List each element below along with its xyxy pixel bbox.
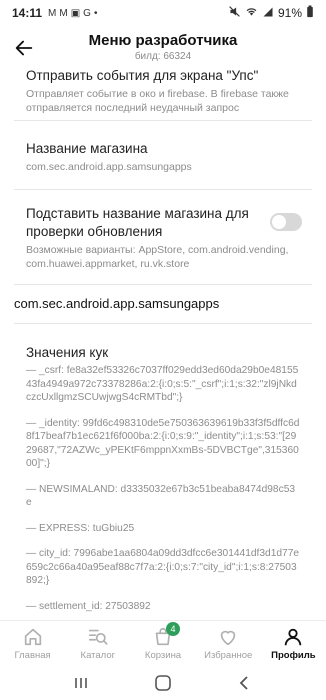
cookie-value: — NEWSIMALAND: d3335032e67b3c51beaba8474… bbox=[26, 483, 296, 509]
heart-icon bbox=[220, 630, 236, 645]
google-icon: G bbox=[83, 7, 91, 19]
store-override-item[interactable]: Подставить название магазина для проверк… bbox=[0, 205, 326, 271]
home-square-icon bbox=[155, 674, 171, 691]
nav-label: Корзина bbox=[144, 649, 182, 661]
nav-item-home[interactable]: Главная bbox=[0, 621, 65, 665]
divider bbox=[14, 120, 312, 121]
nav-label: Каталог bbox=[80, 649, 116, 661]
divider bbox=[14, 189, 312, 190]
mute-icon bbox=[228, 5, 241, 21]
m-mail-icon: M bbox=[48, 7, 57, 19]
store-override-toggle[interactable] bbox=[270, 213, 302, 231]
system-back-button[interactable] bbox=[225, 669, 265, 697]
m-mail-icon: M bbox=[59, 7, 68, 19]
status-time: 14:11 bbox=[12, 6, 43, 20]
cookie-value: — settlement_id: 27503892 bbox=[26, 600, 151, 612]
store-name-item: Название магазина com.sec.android.app.sa… bbox=[0, 140, 326, 174]
cookie-value: — city_id: 7996abe1aa6804a09dd3dfcc6e301… bbox=[26, 548, 300, 586]
profile-icon bbox=[285, 628, 302, 645]
build-number: билд: 66324 bbox=[134, 51, 192, 62]
cart-count-badge: 4 bbox=[166, 622, 180, 636]
wifi-icon bbox=[245, 5, 258, 21]
battery-icon bbox=[306, 5, 314, 21]
send-error-events-title: Отправить события для экрана "Упс" bbox=[26, 70, 259, 83]
battery-text: 91% bbox=[277, 6, 302, 20]
signal-icon bbox=[262, 6, 274, 21]
nav-item-catalog[interactable]: Каталог bbox=[65, 621, 130, 665]
recent-apps-icon bbox=[75, 677, 87, 688]
cookie-value: — _identity: 99fd6c498310de5e75036363961… bbox=[26, 417, 300, 470]
cookies-item: Значения кук — _csrf: fe8a32ef53326c7037… bbox=[0, 344, 326, 613]
nav-label: Избранное bbox=[204, 649, 253, 661]
status-bar: 14:11 M M ▣ G • 91% bbox=[0, 0, 326, 26]
nav-label: Профиль bbox=[271, 649, 316, 661]
toggle-knob bbox=[272, 215, 286, 229]
system-nav-bar bbox=[0, 665, 326, 700]
store-name-value: com.sec.android.app.samsungapps bbox=[26, 161, 192, 173]
status-right: 91% bbox=[228, 5, 314, 21]
store-override-title: Подставить название магазина для проверк… bbox=[26, 206, 249, 239]
recent-apps-button[interactable] bbox=[61, 669, 101, 697]
store-name-title: Название магазина bbox=[26, 141, 148, 156]
catalog-search-icon bbox=[88, 629, 108, 645]
divider bbox=[14, 284, 312, 285]
notification-icons: M M ▣ G • bbox=[48, 8, 97, 19]
home-icon bbox=[24, 628, 41, 645]
cookie-value: — EXPRESS: tuGbiu25 bbox=[26, 522, 135, 534]
chevron-left-icon bbox=[239, 675, 248, 690]
app-header: Меню разработчика билд: 66324 bbox=[0, 26, 326, 70]
divider bbox=[14, 323, 312, 324]
cookies-title: Значения кук bbox=[26, 345, 109, 360]
home-button[interactable] bbox=[143, 669, 183, 697]
nav-label: Главная bbox=[14, 649, 51, 661]
send-error-events-item[interactable]: Отправить события для экрана "Упс" Отпра… bbox=[0, 70, 326, 115]
store-override-input[interactable]: com.sec.android.app.samsungapps bbox=[14, 296, 219, 311]
store-override-desc: Возможные варианты: AppStore, com.androi… bbox=[26, 244, 289, 270]
bottom-nav: Главная Каталог 4 Корзина Избранное Проф… bbox=[0, 620, 326, 665]
nav-item-profile[interactable]: Профиль bbox=[261, 621, 326, 665]
cookie-value: — _csrf: fe8a32ef53326c7037ff029edd3ed60… bbox=[26, 365, 299, 403]
nav-item-cart[interactable]: 4 Корзина bbox=[130, 621, 195, 665]
image-icon: ▣ bbox=[70, 7, 81, 19]
page-title: Меню разработчика bbox=[88, 32, 238, 49]
send-error-events-desc: Отправляет событие в око и firebase. В f… bbox=[26, 88, 289, 114]
dot-icon: • bbox=[93, 7, 98, 19]
nav-item-favorites[interactable]: Избранное bbox=[196, 621, 261, 665]
developer-menu-list[interactable]: Отправить события для экрана "Упс" Отпра… bbox=[0, 70, 326, 620]
